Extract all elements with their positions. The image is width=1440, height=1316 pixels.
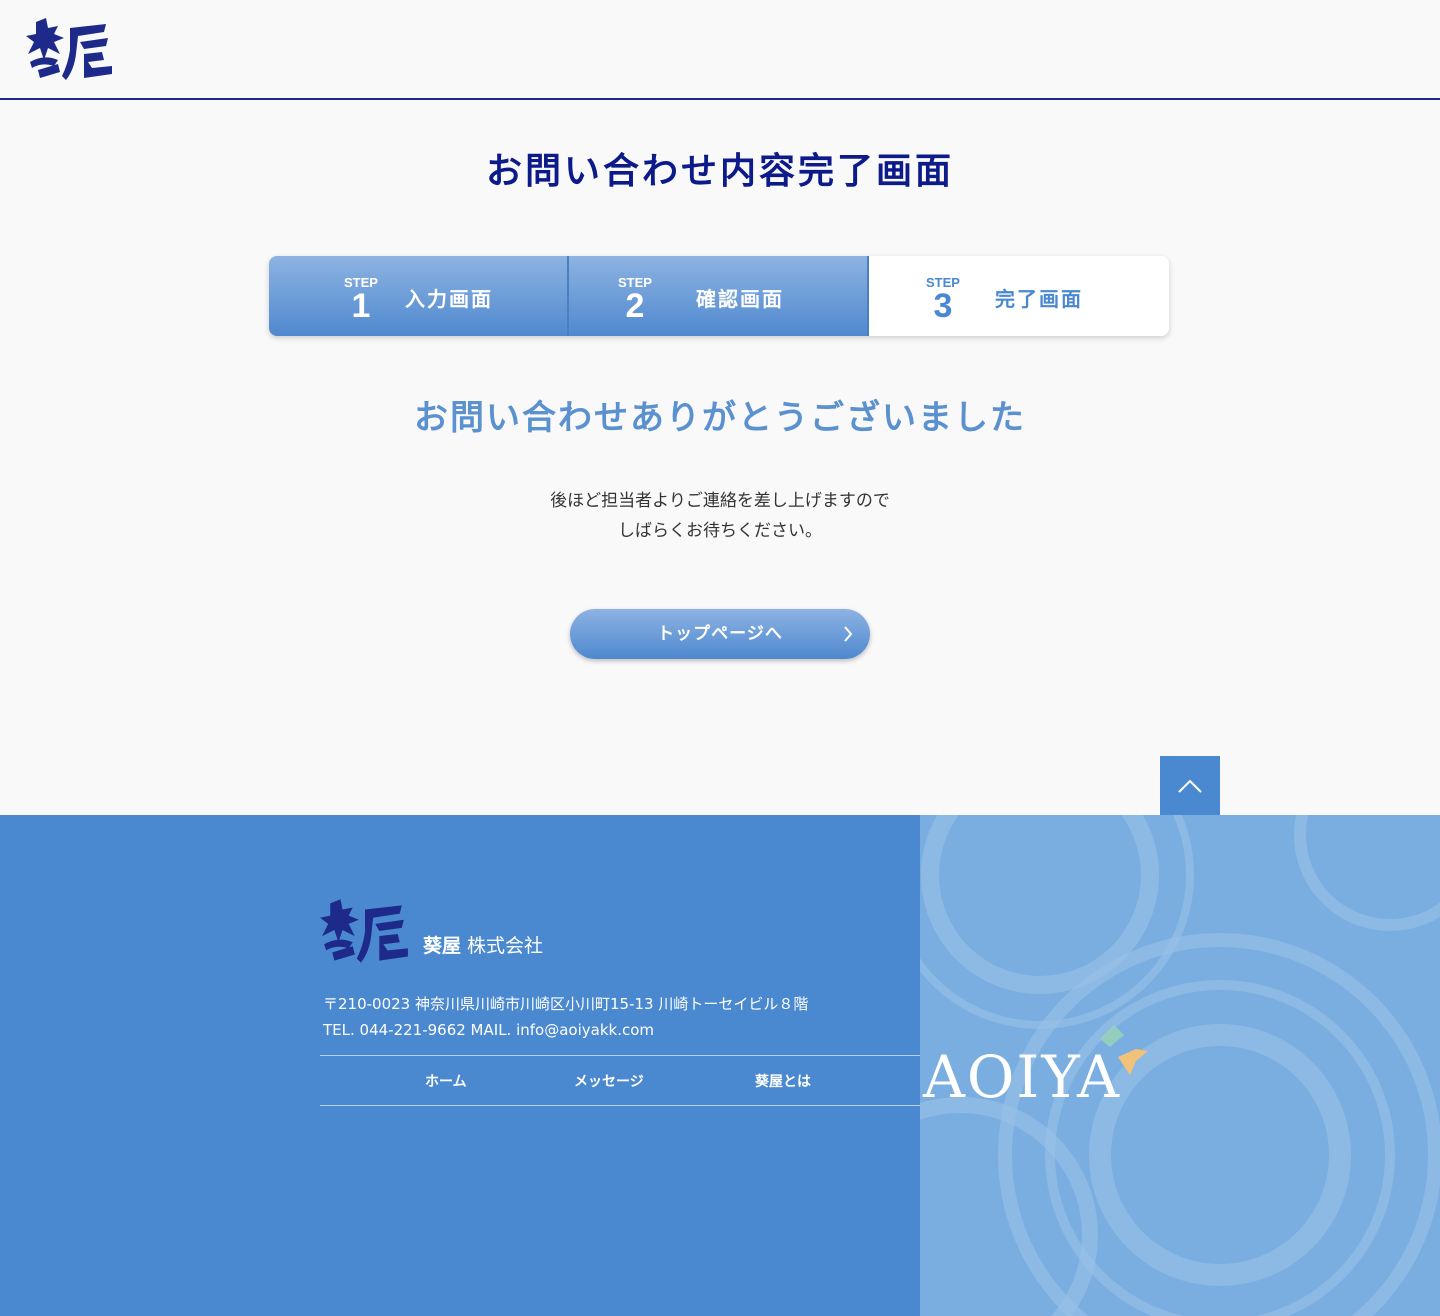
footer-nav-about[interactable]: 葵屋とは <box>755 1071 811 1091</box>
footer-nav-message[interactable]: メッセージ <box>574 1071 644 1091</box>
thanks-heading: お問い合わせありがとうございました <box>414 398 1026 438</box>
step-1-number: STEP 1 <box>344 275 378 325</box>
footer-nav: ホーム メッセージ 葵屋とは <box>320 1055 920 1106</box>
top-page-button[interactable]: トップページへ <box>570 609 870 659</box>
step-1-label: 入力画面 <box>405 287 493 311</box>
top-page-button-label: トップページへ <box>657 624 783 644</box>
step-3: STEP 3 完了画面 <box>869 256 1169 336</box>
address-line: 〒210-0023 神奈川県川崎市川崎区小川町15-13 川崎トーセイビル８階 <box>323 995 809 1013</box>
chevron-right-icon <box>842 609 854 678</box>
progress-steps: STEP 1 入力画面 STEP 2 確認画面 STEP 3 完了画面 <box>269 256 1169 336</box>
aoiya-brand-text: AOIYA <box>923 1043 1121 1111</box>
step-3-number: STEP 3 <box>926 275 960 325</box>
step-2-number: STEP 2 <box>618 275 652 325</box>
company-address: 〒210-0023 神奈川県川崎市川崎区小川町15-13 川崎トーセイビル８階 … <box>323 991 808 1043</box>
step-1: STEP 1 入力画面 <box>269 256 569 336</box>
completion-message: 後ほど担当者よりご連絡を差し上げますので しばらくお待ちください。 <box>0 486 1440 546</box>
site-header <box>0 0 1440 100</box>
site-footer: 葵屋 株式会社 〒210-0023 神奈川県川崎市川崎区小川町15-13 川崎トー… <box>0 815 1440 1316</box>
company-name-main: 葵屋 <box>423 935 462 957</box>
footer-brand-visual: AOIYA <box>920 815 1440 1316</box>
back-to-top-button[interactable] <box>1160 756 1220 816</box>
step-2: STEP 2 確認画面 <box>569 256 869 336</box>
contact-line: TEL. 044-221-9662 MAIL. info@aoiyakk.com <box>323 1021 654 1039</box>
footer-nav-home[interactable]: ホーム <box>425 1071 467 1091</box>
company-name-suffix: 株式会社 <box>467 935 544 957</box>
message-line-2: しばらくお待ちください。 <box>618 521 822 541</box>
brand-wordmark: AOIYA <box>923 1043 1122 1111</box>
step-3-label: 完了画面 <box>995 287 1083 311</box>
page-title: お問い合わせ内容完了画面 <box>485 151 954 192</box>
origami-bird-icon <box>1096 1021 1156 1085</box>
company-name: 葵屋 株式会社 <box>423 931 543 958</box>
step-2-label: 確認画面 <box>696 287 784 311</box>
aoiya-logo[interactable] <box>24 14 116 86</box>
message-line-1: 後ほど担当者よりご連絡を差し上げますので <box>550 491 890 511</box>
footer-logo[interactable] <box>318 895 412 969</box>
